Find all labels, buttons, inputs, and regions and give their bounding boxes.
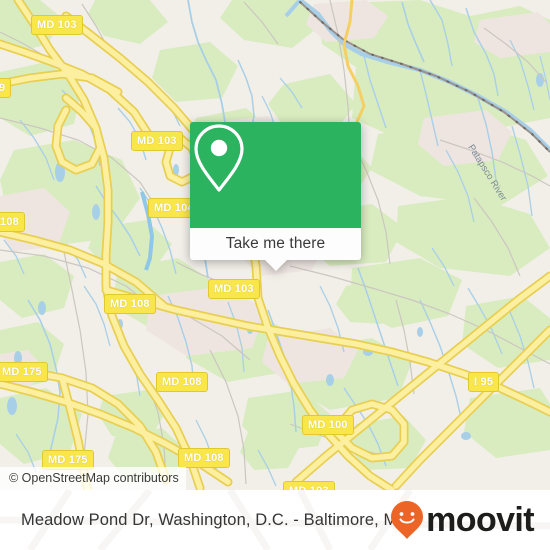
map-canvas[interactable]: MD 103 9 MD 103 MD 104 108 MD 103 MD 108 MD 175… — [0, 0, 550, 490]
shield-md-108-n[interactable]: MD 108 — [104, 294, 156, 314]
osm-attribution[interactable]: © OpenStreetMap contributors — [0, 467, 186, 490]
moovit-wordmark: moovit — [426, 501, 534, 539]
shield-md-103-ctr[interactable]: MD 103 — [208, 279, 260, 299]
map-popup-card[interactable]: Take me there — [190, 122, 361, 271]
shield-md-108-west[interactable]: 108 — [0, 212, 25, 232]
shield-md-103-s[interactable]: MD 103 — [283, 481, 335, 490]
footer-bar: Meadow Pond Dr, Washington, D.C. - Balti… — [0, 490, 550, 550]
popup-pointer-tail — [264, 260, 287, 271]
moovit-smiley-pin-icon — [391, 501, 424, 539]
location-title: Meadow Pond Dr, Washington, D.C. - Balti… — [21, 510, 410, 529]
moovit-brand[interactable]: moovit — [390, 500, 535, 540]
shield-md-108-s[interactable]: MD 108 — [178, 448, 230, 468]
shield-md-108-ctr[interactable]: MD 108 — [156, 372, 208, 392]
shield-md-99-west[interactable]: 9 — [0, 78, 12, 98]
take-me-there-label: Take me there — [225, 235, 326, 252]
shield-md-100[interactable]: MD 100 — [302, 415, 354, 435]
shield-md-103-nw[interactable]: MD 103 — [31, 15, 83, 35]
map-pin-icon — [194, 124, 244, 192]
popup-image-area — [190, 122, 361, 228]
moovit-map-screenshot: MD 103 9 MD 103 MD 104 108 MD 103 MD 108 MD 175… — [0, 0, 550, 550]
shield-i-95[interactable]: I 95 — [468, 372, 500, 392]
shield-md-175-w[interactable]: MD 175 — [0, 362, 48, 382]
popup-action-area[interactable]: Take me there — [190, 228, 361, 271]
shield-md-103-mid[interactable]: MD 103 — [131, 131, 183, 151]
